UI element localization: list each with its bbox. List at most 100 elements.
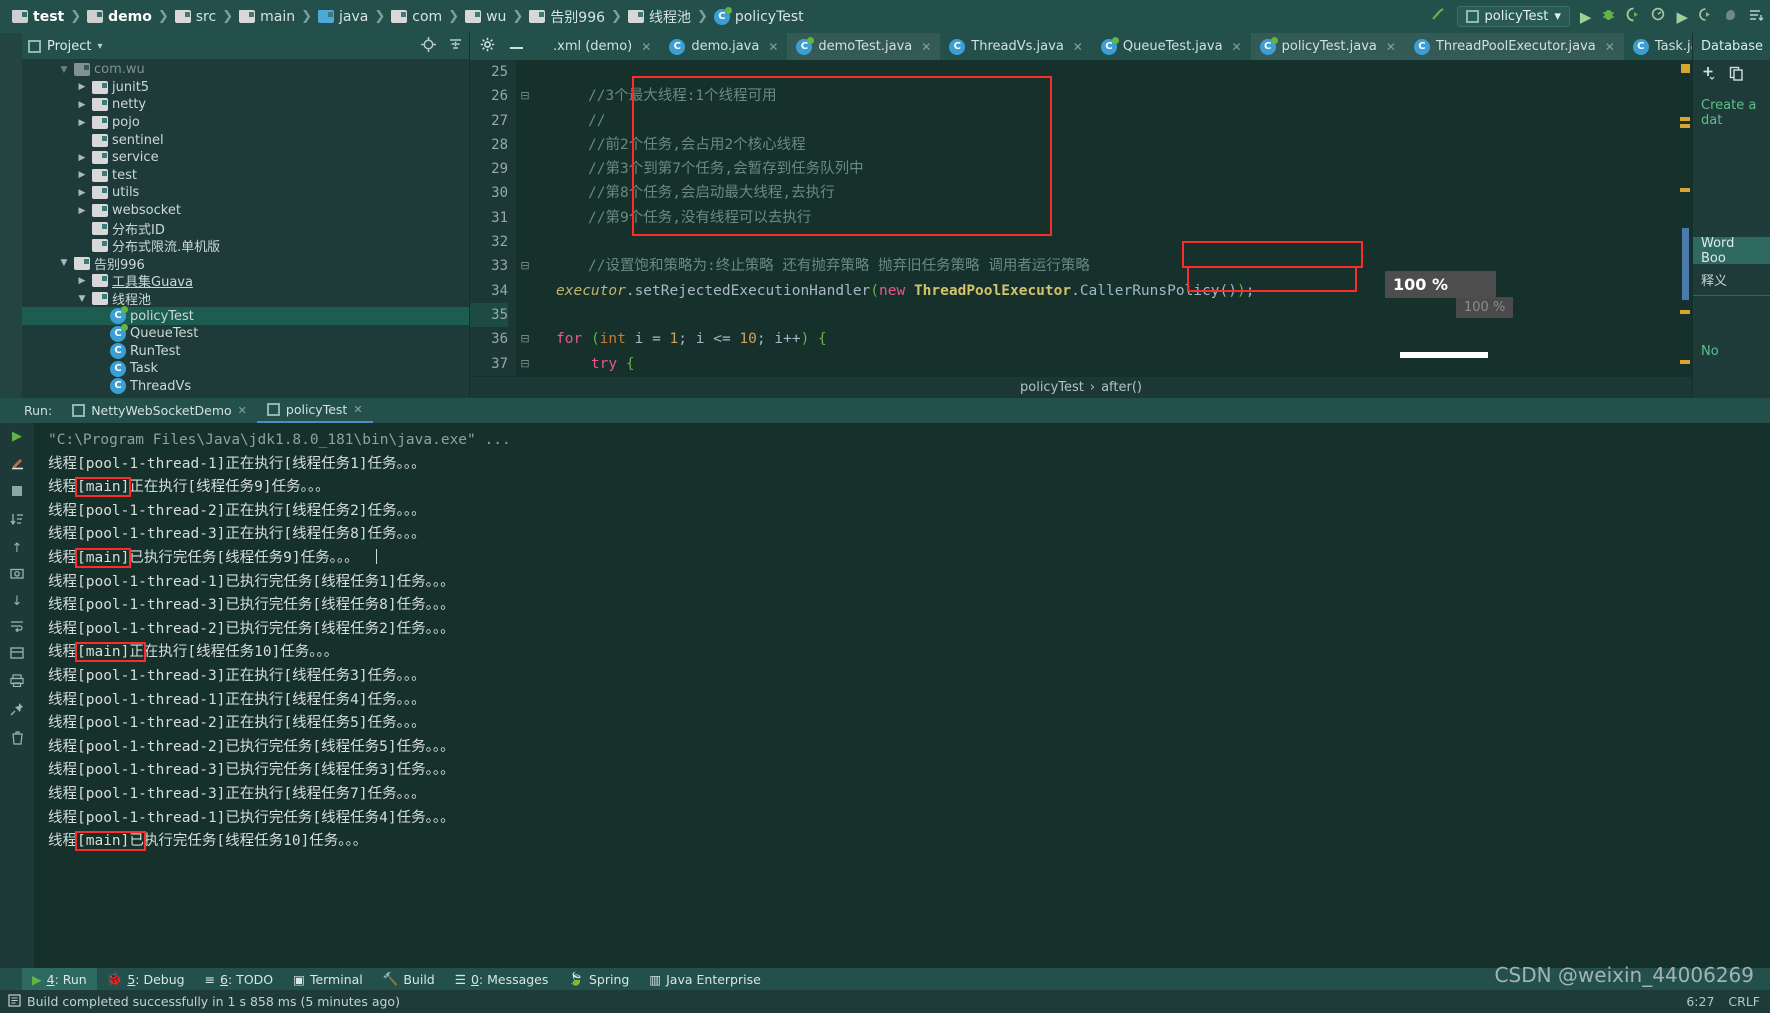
code-line-27[interactable]: // — [550, 109, 1678, 133]
pin-icon[interactable] — [10, 702, 24, 720]
breadcrumb-item-1[interactable]: demo — [83, 9, 156, 25]
chevron-right-icon[interactable]: ▶ — [76, 206, 88, 216]
tree-node-11[interactable]: ▼ 告别996 — [22, 255, 469, 273]
bottom-tab-4[interactable]: 🔨 Build — [373, 968, 445, 990]
code-line-37[interactable]: try { — [550, 352, 1678, 376]
editor-breadcrumb-class[interactable]: policyTest — [1020, 380, 1084, 395]
run-tab-bar[interactable]: Run: NettyWebSocketDemo ✕ policyTest ✕ — [0, 398, 1770, 423]
gear-icon[interactable] — [480, 37, 495, 56]
scrollbar-thumb[interactable] — [1682, 228, 1689, 300]
close-icon[interactable]: ✕ — [1073, 40, 1083, 54]
edit-pencil-icon[interactable] — [10, 455, 25, 474]
run-configuration-selector[interactable]: policyTest ▾ — [1456, 6, 1570, 27]
breadcrumb-item-2[interactable]: src — [171, 9, 220, 25]
breadcrumb-item-6[interactable]: wu — [461, 9, 510, 25]
trash-icon[interactable] — [11, 731, 24, 749]
bottom-tab-2[interactable]: ≡ 6: TODO — [195, 968, 284, 990]
chevron-down-icon[interactable]: ▼ — [58, 65, 70, 75]
database-panel-title[interactable]: Database — [1693, 33, 1770, 60]
duplicate-icon[interactable] — [1729, 66, 1744, 85]
close-icon[interactable]: ✕ — [768, 40, 778, 54]
close-icon[interactable]: ✕ — [1232, 40, 1242, 54]
editor-tab-0[interactable]: .xml (demo) ✕ — [534, 33, 660, 60]
editor-tab-2[interactable]: CdemoTest.java ✕ — [787, 33, 941, 60]
breadcrumb-item-4[interactable]: java — [314, 9, 372, 25]
plus-icon[interactable] — [1701, 65, 1717, 85]
chevron-right-icon[interactable]: ▶ — [76, 153, 88, 163]
editor-tab-bar[interactable]: .xml (demo) ✕ Cdemo.java ✕ CdemoTest.java ✕ C T… — [470, 33, 1692, 60]
code-folding-gutter[interactable]: ⊟ ⊟ ⊟ ⊟ — [516, 60, 534, 376]
editor-breadcrumb-method[interactable]: after() — [1101, 380, 1142, 395]
fold-marker[interactable]: ⊟ — [516, 352, 534, 376]
tree-node-3[interactable]: ▶ pojo — [22, 114, 469, 132]
caret-position[interactable]: 6:27 — [1686, 994, 1714, 1009]
chevron-right-icon[interactable]: ▶ — [76, 100, 88, 110]
build-hammer-icon[interactable] — [1430, 6, 1447, 27]
tree-node-15[interactable]: C QueueTest — [22, 323, 469, 343]
tree-node-18[interactable]: C ThreadVs — [22, 378, 469, 396]
close-icon[interactable]: ✕ — [1386, 40, 1396, 54]
fold-marker[interactable]: ⊟ — [516, 327, 534, 351]
tree-node-7[interactable]: ▶ utils — [22, 184, 469, 202]
editor-breadcrumb[interactable]: policyTest › after() — [470, 376, 1692, 398]
error-stripe-gutter[interactable] — [1678, 60, 1692, 376]
locate-target-icon[interactable] — [421, 36, 436, 56]
line-separator[interactable]: CRLF — [1728, 994, 1760, 1009]
bottom-tab-5[interactable]: ☰ 0: Messages — [445, 968, 559, 990]
chevron-down-icon[interactable]: ▼ — [76, 294, 88, 304]
breadcrumb-item-8[interactable]: 线程池 — [624, 7, 695, 27]
bottom-tab-0[interactable]: ▶ 4: Run — [22, 968, 97, 990]
chevron-right-icon[interactable]: ▶ — [76, 82, 88, 92]
tree-node-16[interactable]: C RunTest — [22, 343, 469, 361]
camera-icon[interactable] — [10, 567, 24, 583]
code-line-32[interactable] — [550, 230, 1678, 254]
editor-tab-5[interactable]: CpolicyTest.java ✕ — [1250, 33, 1405, 60]
chevron-down-icon[interactable]: ▼ — [58, 258, 70, 268]
tree-node-12[interactable]: ▶ 工具集Guava — [22, 272, 469, 290]
breadcrumb-item-3[interactable]: main — [235, 9, 299, 25]
event-log-icon[interactable] — [8, 993, 21, 1010]
code-editor[interactable]: 2526272829303132333435363738 ⊟⊟⊟⊟ //3个最大… — [470, 60, 1692, 376]
tree-node-14[interactable]: CpolicyTest — [22, 306, 469, 325]
code-line-25[interactable] — [550, 60, 1678, 84]
run-anything-icon[interactable]: ▶ — [1676, 8, 1688, 26]
soft-wrap-icon[interactable] — [10, 620, 24, 636]
chevron-right-icon[interactable]: ▶ — [76, 276, 88, 286]
chevron-down-icon[interactable]: ▾ — [97, 41, 102, 52]
attach-process-icon[interactable] — [1698, 7, 1713, 26]
console-toolbar[interactable]: ▶ ↑ ↓ — [0, 423, 34, 968]
bottom-tab-7[interactable]: ▥ Java Enterprise — [639, 968, 771, 990]
code-line-33[interactable]: //设置饱和策略为:终止策略 还有抛弃策略 抛弃旧任务策略 调用者运行策略 — [550, 254, 1678, 278]
close-icon[interactable]: ✕ — [1605, 40, 1615, 54]
up-arrow-icon[interactable]: ↑ — [12, 541, 23, 556]
tree-node-17[interactable]: C Task — [22, 360, 469, 378]
breadcrumb[interactable]: test ❯ demo ❯ src ❯ main ❯ java ❯ com ❯ wu ❯ 告别996 ❯ 线程池… — [8, 6, 808, 27]
scroll-down-icon[interactable] — [10, 512, 24, 530]
chevron-right-icon[interactable]: ▶ — [76, 118, 88, 128]
code-line-36[interactable]: for (int i = 1; i <= 10; i++) { — [550, 327, 1678, 351]
layout-icon[interactable] — [10, 647, 24, 663]
breadcrumb-item-7[interactable]: 告别996 — [525, 7, 609, 27]
editor-tab-6[interactable]: C ThreadPoolExecutor.java ✕ — [1404, 33, 1624, 60]
stop-icon[interactable] — [1723, 7, 1738, 26]
stop-icon[interactable] — [11, 485, 23, 501]
editor-tab-1[interactable]: Cdemo.java ✕ — [660, 33, 787, 60]
breadcrumb-item-5[interactable]: com — [387, 9, 446, 25]
collapse-all-icon[interactable] — [448, 37, 463, 56]
tree-node-9[interactable]: 分布式ID — [22, 219, 469, 238]
close-icon[interactable]: ✕ — [238, 404, 247, 417]
code-line-28[interactable]: //前2个任务,会占用2个核心线程 — [550, 133, 1678, 157]
code-line-31[interactable]: //第9个任务,没有线程可以去执行 — [550, 206, 1678, 230]
hamburger-menu-icon[interactable] — [1748, 7, 1764, 26]
code-line-29[interactable]: //第3个到第7个任务,会暂存到任务队列中 — [550, 157, 1678, 181]
project-tree[interactable]: ▼ com.wu ▶ junit5 ▶ netty ▶ pojo sentinel ▶ servic… — [22, 59, 469, 398]
tree-node-5[interactable]: ▶ service — [22, 149, 469, 167]
code-line-26[interactable]: //3个最大线程:1个线程可用 — [550, 84, 1678, 108]
bottom-tab-1[interactable]: 🐞 5: Debug — [97, 968, 195, 990]
tree-node-13[interactable]: ▼ 线程池 — [22, 290, 469, 308]
bottom-tab-6[interactable]: 🍃 Spring — [558, 968, 639, 990]
editor-tab-4[interactable]: C QueueTest.java ✕ — [1092, 33, 1251, 60]
editor-tab-7[interactable]: CTask.java✕ — [1624, 33, 1692, 60]
profiler-icon[interactable] — [1651, 7, 1666, 26]
fold-marker[interactable]: ⊟ — [516, 84, 534, 108]
